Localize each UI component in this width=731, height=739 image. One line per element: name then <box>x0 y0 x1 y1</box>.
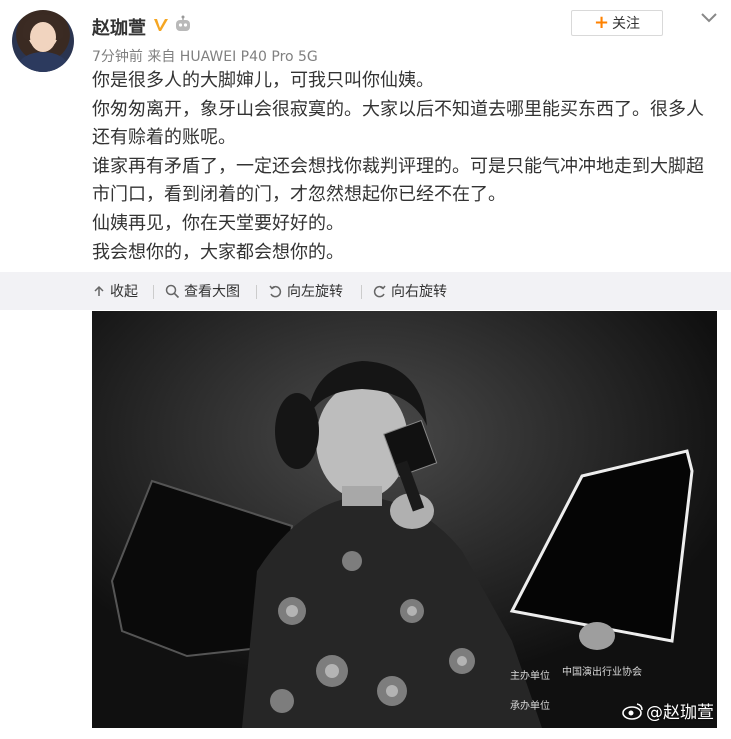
rotate-left-label: 向左旋转 <box>287 284 343 300</box>
post-paragraph: 谁家再有矛盾了，一定还会想找你裁判评理的。可是只能气冲冲地走到大脚超市门口，看到… <box>92 155 704 206</box>
rotate-right-button[interactable]: 向右旋转 <box>372 281 447 301</box>
avatar[interactable] <box>12 10 74 72</box>
collapse-icon <box>94 285 104 296</box>
photo-caption-host: 主办单位 <box>510 671 550 682</box>
post-paragraph: 你是很多人的大脚婶儿，可我只叫你仙姨。 <box>92 70 434 91</box>
post-text: 你是很多人的大脚婶儿，可我只叫你仙姨。 你匆匆离开，象牙山会很寂寞的。大家以后不… <box>92 67 712 267</box>
photo-watermark: @赵珈萱 <box>622 698 714 723</box>
rotate-left-button[interactable]: 向左旋转 <box>268 281 343 301</box>
collapse-button[interactable]: 收起 <box>92 281 138 301</box>
photo-caption-org: 中国演出行业协会 <box>562 667 642 678</box>
post-paragraph: 仙姨再见，你在天堂要好好的。 <box>92 212 344 234</box>
robot-icon <box>173 14 193 34</box>
rotate-right-label: 向右旋转 <box>391 284 447 300</box>
username[interactable]: 赵珈萱 <box>92 14 146 40</box>
toolbar-divider <box>361 285 362 299</box>
plus-icon: + <box>593 12 610 33</box>
rotate-right-icon <box>373 285 386 297</box>
follow-button[interactable]: + 关注 <box>571 10 663 36</box>
watermark-text: @赵珈萱 <box>646 703 714 723</box>
photo-caption-co: 承办单位 <box>510 701 550 712</box>
chevron-down-icon[interactable] <box>698 10 720 26</box>
search-icon <box>165 284 180 298</box>
view-large-label: 查看大图 <box>184 284 240 300</box>
post-meta: 7分钟前 来自 HUAWEI P40 Pro 5G <box>92 49 318 65</box>
image-toolbar: 收起 查看大图 向左旋转 向右旋转 <box>0 272 731 310</box>
post-paragraph: 我会想你的，大家都会想你的。 <box>92 241 344 263</box>
collapse-label: 收起 <box>110 284 138 300</box>
weibo-logo-icon <box>622 702 643 720</box>
toolbar-divider <box>153 285 154 299</box>
post-photo[interactable]: 主办单位 中国演出行业协会 承办单位 <box>92 311 717 728</box>
view-large-button[interactable]: 查看大图 <box>165 281 240 301</box>
toolbar-divider <box>256 285 257 299</box>
avatar-body <box>18 52 68 72</box>
verified-v-icon <box>152 16 170 34</box>
rotate-left-icon <box>269 285 282 297</box>
avatar-face <box>30 22 56 52</box>
follow-label: 关注 <box>612 16 641 32</box>
post-paragraph: 你匆匆离开，象牙山会很寂寞的。大家以后不知道去哪里能买东西了。很多人还有赊着的账… <box>92 98 704 149</box>
